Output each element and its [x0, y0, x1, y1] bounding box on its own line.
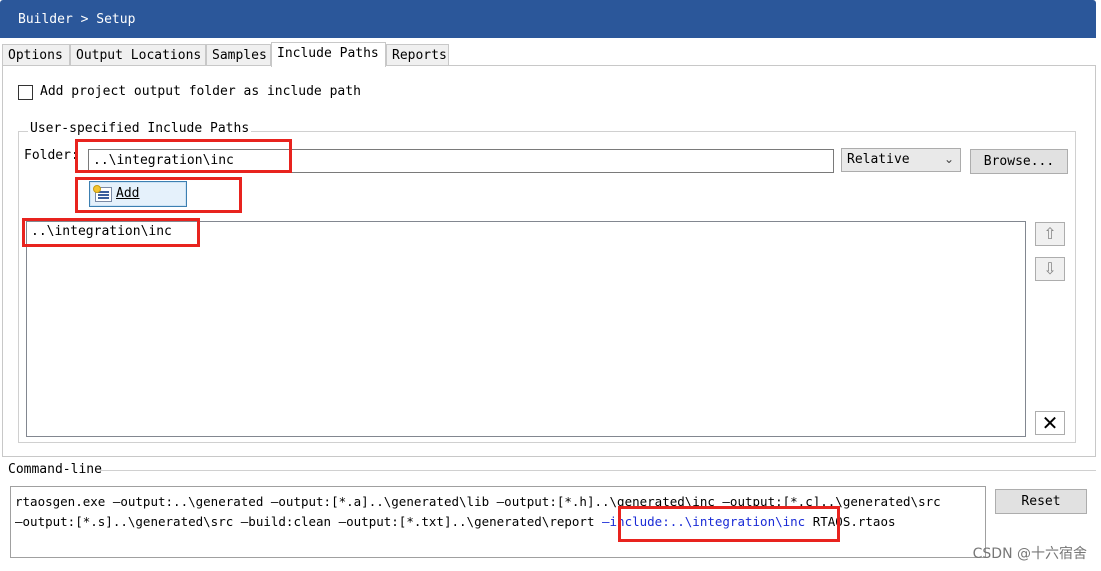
move-up-button[interactable]: ⇧: [1035, 222, 1065, 246]
add-output-folder-label: Add project output folder as include pat…: [40, 84, 361, 99]
tab-samples[interactable]: Samples: [206, 44, 271, 66]
tab-include-paths[interactable]: Include Paths: [271, 42, 386, 67]
browse-button[interactable]: Browse...: [970, 149, 1068, 174]
path-mode-value: Relative: [847, 152, 910, 167]
command-line-box[interactable]: rtaosgen.exe —output:..\generated —outpu…: [10, 486, 986, 558]
folder-label: Folder:: [24, 148, 79, 163]
command-line-label: Command-line: [8, 462, 102, 477]
folder-input[interactable]: ..\integration\inc: [88, 149, 834, 173]
move-down-button[interactable]: ⇩: [1035, 257, 1065, 281]
tab-options[interactable]: Options: [2, 44, 70, 66]
arrow-down-icon: ⇩: [1043, 259, 1057, 278]
tab-output-locations[interactable]: Output Locations: [70, 44, 206, 66]
divider: [100, 470, 1096, 471]
breadcrumb: Builder > Setup: [18, 12, 136, 27]
add-output-folder-checkbox[interactable]: [18, 85, 33, 100]
tab-reports[interactable]: Reports: [386, 44, 449, 66]
delete-button[interactable]: ✕: [1035, 411, 1065, 435]
command-line-part: —output:[*.s]..\generated\src —build:cle…: [15, 514, 602, 529]
command-line-part: RTAOS.rtaos: [805, 514, 896, 529]
reset-button[interactable]: Reset: [995, 489, 1087, 514]
include-option-text: —include:..\integration\inc: [602, 514, 806, 529]
watermark: CSDN @十六宿舍: [972, 546, 1087, 562]
command-line-text-1: rtaosgen.exe —output:..\generated —outpu…: [15, 494, 941, 509]
command-line-text-2: —output:[*.s]..\generated\src —build:cle…: [15, 514, 896, 529]
group-title: User-specified Include Paths: [28, 121, 252, 136]
list-item[interactable]: ..\integration\inc: [31, 224, 172, 239]
title-bar: Builder > Setup: [0, 0, 1096, 38]
x-icon: ✕: [1041, 411, 1059, 435]
add-button-label: Add: [116, 186, 140, 201]
add-button[interactable]: Add: [89, 181, 187, 207]
path-mode-select[interactable]: Relative ⌄: [841, 148, 961, 172]
arrow-up-icon: ⇧: [1043, 224, 1057, 243]
include-paths-list[interactable]: ..\integration\inc: [26, 221, 1026, 437]
add-list-icon: [93, 185, 112, 202]
chevron-down-icon: ⌄: [943, 152, 954, 166]
